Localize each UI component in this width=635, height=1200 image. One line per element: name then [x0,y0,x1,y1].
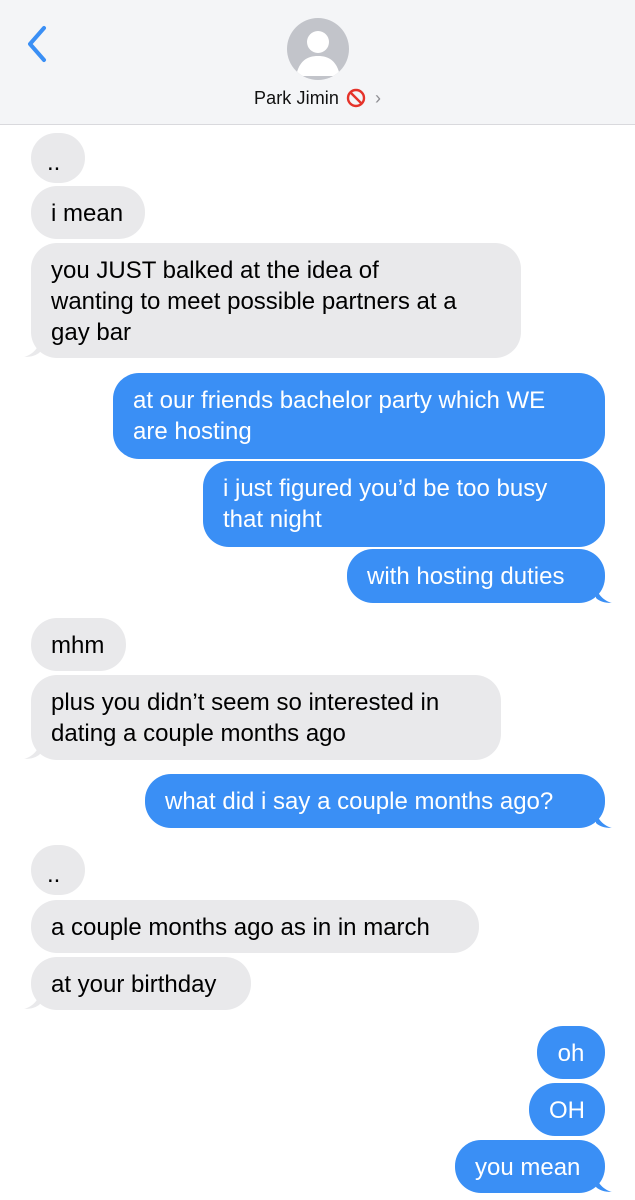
contact-name: Park Jimin [253,87,339,108]
chevron-left-icon [28,26,46,62]
bubble-tail [596,586,612,603]
person-silhouette-icon [296,31,340,76]
message-bubble-incoming[interactable]: a couple months ago as in in march [31,900,479,953]
message-bubble-incoming[interactable]: you JUST balked at the idea of wanting t… [31,243,521,358]
message-bubble-outgoing[interactable]: oh [537,1026,605,1079]
contact-name-row[interactable]: Park Jimin › [0,85,635,111]
bubble-tail [24,742,40,759]
message-bubble-outgoing[interactable]: you mean [455,1140,605,1193]
message-bubble-incoming[interactable]: .. [31,845,85,895]
chevron-right-icon: › [375,87,381,108]
no-entry-icon [346,88,366,108]
conversation-header: Park Jimin › [0,0,635,125]
message-bubble-outgoing[interactable]: i just figured you’d be too busy that ni… [203,461,605,547]
contact-avatar[interactable] [287,18,349,80]
bubble-tail [24,340,40,357]
message-bubble-outgoing[interactable]: OH [529,1083,605,1136]
message-bubble-incoming[interactable]: mhm [31,618,126,671]
bubble-tail [596,1175,612,1192]
message-bubble-outgoing[interactable]: what did i say a couple months ago? [145,774,605,828]
back-button[interactable] [20,22,54,66]
message-bubble-outgoing[interactable]: with hosting duties [347,549,605,603]
message-bubble-incoming[interactable]: plus you didn’t seem so interested in da… [31,675,501,760]
message-bubble-incoming[interactable]: .. [31,133,85,183]
bubble-tail [24,992,40,1009]
message-thread[interactable]: .. i mean you JUST balked at the idea of… [0,124,635,1200]
message-bubble-outgoing[interactable]: at our friends bachelor party which WE a… [113,373,605,459]
bubble-tail [596,811,612,828]
message-bubble-incoming[interactable]: at your birthday [31,957,251,1010]
message-bubble-incoming[interactable]: i mean [31,186,145,239]
